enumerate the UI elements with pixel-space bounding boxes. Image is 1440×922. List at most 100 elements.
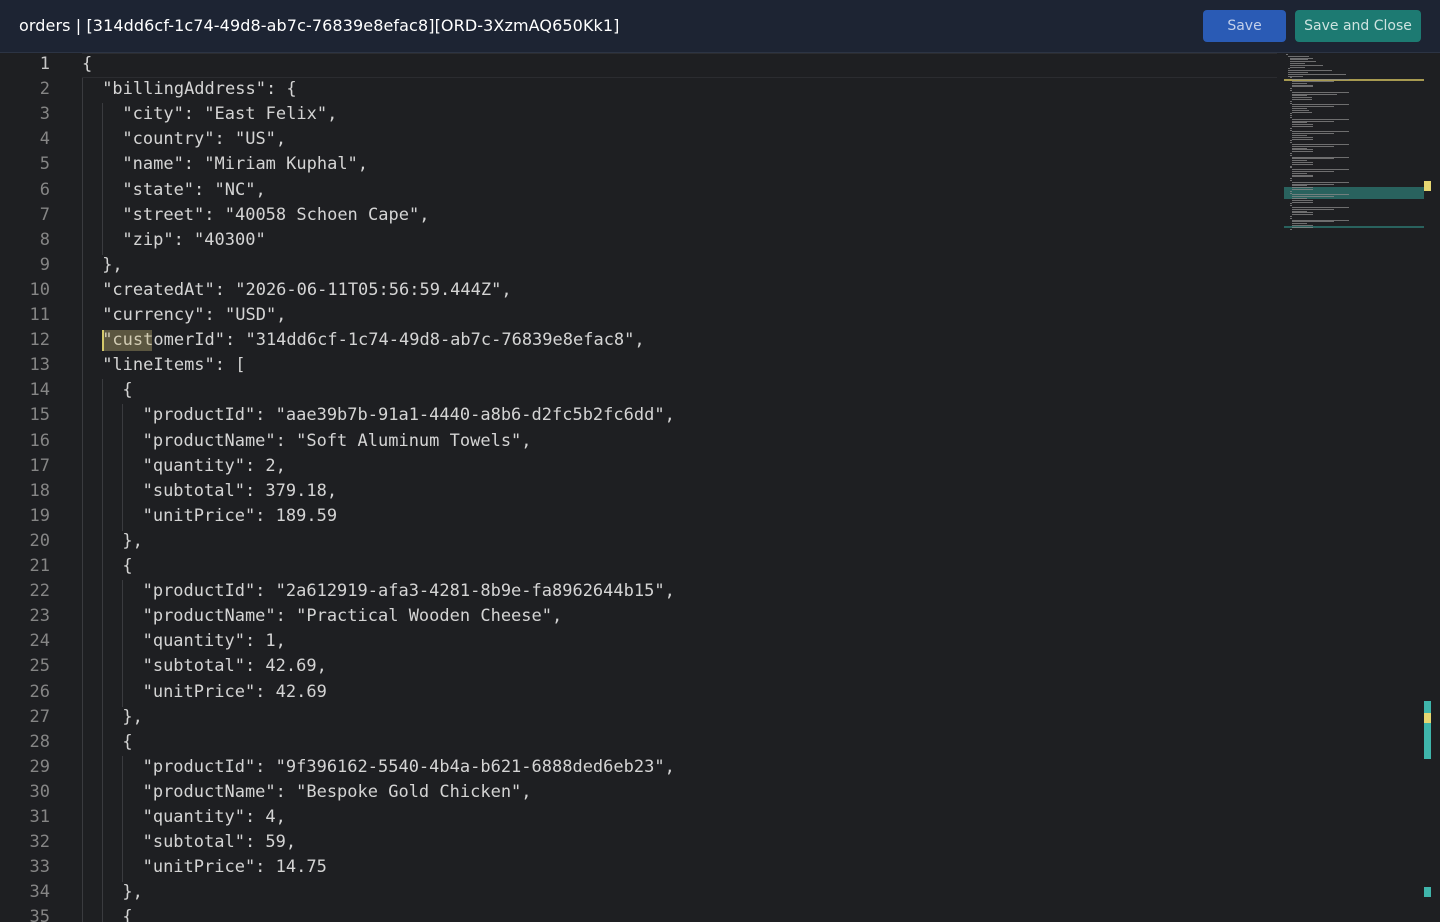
line-number: 22	[29, 581, 50, 602]
json-editor-window: orders | [314dd6cf-1c74-49d8-ab7c-76839e…	[0, 0, 1440, 922]
indent-guide	[102, 881, 104, 908]
line-number: 33	[29, 857, 50, 878]
line-number: 25	[29, 656, 50, 677]
indent-guide	[122, 780, 124, 807]
indent-guide	[102, 103, 104, 130]
indent-guide	[122, 680, 124, 707]
line-number: 15	[29, 405, 50, 426]
vertical-scrollbar[interactable]	[1424, 53, 1432, 922]
save-button[interactable]: Save	[1203, 10, 1286, 42]
line-number: 18	[29, 480, 50, 501]
line-number: 20	[29, 530, 50, 551]
line-number: 35	[29, 907, 50, 922]
indent-guide	[82, 831, 83, 858]
line-number: 14	[29, 380, 50, 401]
indent-guide	[82, 253, 83, 280]
indent-guide	[102, 705, 104, 732]
line-number-gutter: 1 2 3 4 5 6 7 8 9 10 11 12 13 14 15 16 17 18 19 20 21 22 23 24 2…	[0, 53, 62, 922]
indent-guide	[82, 705, 83, 732]
code-line: "country": "US",	[122, 129, 287, 150]
code-line: "productId": "9f396162-5540-4b4a-b621-68…	[142, 756, 675, 777]
indent-guide	[102, 153, 104, 180]
indent-guide	[102, 780, 104, 807]
indent-guide	[102, 831, 104, 858]
indent-guide	[82, 555, 83, 581]
indent-guide	[122, 831, 124, 858]
code-line: {	[122, 731, 133, 752]
code-line: "name": "Miriam Kuphal",	[122, 154, 369, 175]
indent-guide	[82, 755, 83, 782]
minimap-line	[1292, 163, 1313, 165]
code-line: "state": "NC",	[122, 179, 266, 200]
indent-guide	[82, 153, 83, 180]
indent-guide	[102, 605, 104, 632]
line-number: 26	[29, 681, 50, 702]
indent-guide	[122, 454, 124, 481]
minimap[interactable]	[1284, 53, 1424, 243]
indent-guide	[122, 655, 124, 682]
indent-guide	[102, 404, 104, 431]
indent-guide	[122, 580, 124, 607]
line-number: 13	[29, 355, 50, 376]
header-bar: orders | [314dd6cf-1c74-49d8-ab7c-76839e…	[0, 0, 1440, 53]
indent-guide	[82, 655, 83, 682]
line-number: 8	[39, 229, 50, 250]
save-and-close-button[interactable]: Save and Close	[1295, 10, 1421, 42]
indent-guide	[122, 504, 124, 531]
indent-guide	[82, 730, 83, 757]
minimap-line	[1292, 176, 1313, 178]
line-number: 27	[29, 706, 50, 727]
indent-guide	[82, 504, 83, 531]
line-number: 12	[29, 330, 50, 351]
code-editor[interactable]: 1 2 3 4 5 6 7 8 9 10 11 12 13 14 15 16 17 18 19 20 21 22 23 24 2…	[0, 53, 1440, 922]
indent-guide	[102, 730, 104, 757]
indent-guide	[82, 605, 83, 632]
indent-guide	[102, 680, 104, 707]
indent-guide	[82, 881, 83, 908]
scrollbar-change-marker	[1424, 701, 1431, 759]
code-area[interactable]: {"billingAddress": {"city": "East Felix"…	[82, 53, 1277, 922]
indent-guide	[102, 856, 104, 883]
indent-guide	[102, 479, 104, 506]
code-line: "productId": "2a612919-afa3-4281-8b9e-fa…	[142, 581, 675, 602]
indent-guide	[82, 429, 83, 456]
code-line: "unitPrice": 42.69	[142, 681, 327, 702]
code-line: "currency": "USD",	[102, 305, 287, 325]
code-line: },	[102, 254, 123, 275]
code-line: {	[122, 556, 133, 576]
scrollbar-find-marker	[1424, 713, 1431, 723]
indent-guide	[82, 354, 83, 381]
minimap-line	[1292, 99, 1312, 100]
indent-guide	[102, 178, 104, 205]
indent-guide	[82, 203, 83, 230]
scrollbar-find-marker	[1424, 181, 1431, 191]
indent-guide	[102, 755, 104, 782]
line-number: 29	[29, 756, 50, 777]
indent-guide	[102, 655, 104, 682]
code-line: },	[122, 882, 143, 903]
line-number: 2	[39, 79, 50, 100]
code-line: "subtotal": 42.69,	[142, 656, 327, 677]
code-line: "billingAddress": {	[102, 79, 297, 100]
indent-guide	[82, 580, 83, 607]
indent-guide	[82, 780, 83, 807]
line-number: 9	[39, 254, 50, 275]
indent-guide	[82, 454, 83, 481]
indent-guide	[82, 304, 83, 330]
indent-guide	[102, 906, 104, 922]
indent-guide	[122, 605, 124, 632]
line-number: 21	[29, 556, 50, 576]
indent-guide	[122, 806, 124, 832]
line-number: 16	[29, 430, 50, 451]
minimap-line	[1290, 228, 1293, 230]
line-number: 28	[29, 731, 50, 752]
code-line: "unitPrice": 189.59	[142, 505, 338, 526]
code-line: {	[122, 380, 133, 401]
line-number: 34	[29, 882, 50, 903]
minimap-line	[1292, 201, 1313, 203]
indent-guide	[82, 128, 83, 155]
code-line: "subtotal": 379.18,	[142, 480, 338, 501]
indent-guide	[102, 630, 104, 657]
indent-guide	[82, 529, 83, 556]
code-line: "productName": "Practical Wooden Cheese"…	[142, 606, 563, 627]
